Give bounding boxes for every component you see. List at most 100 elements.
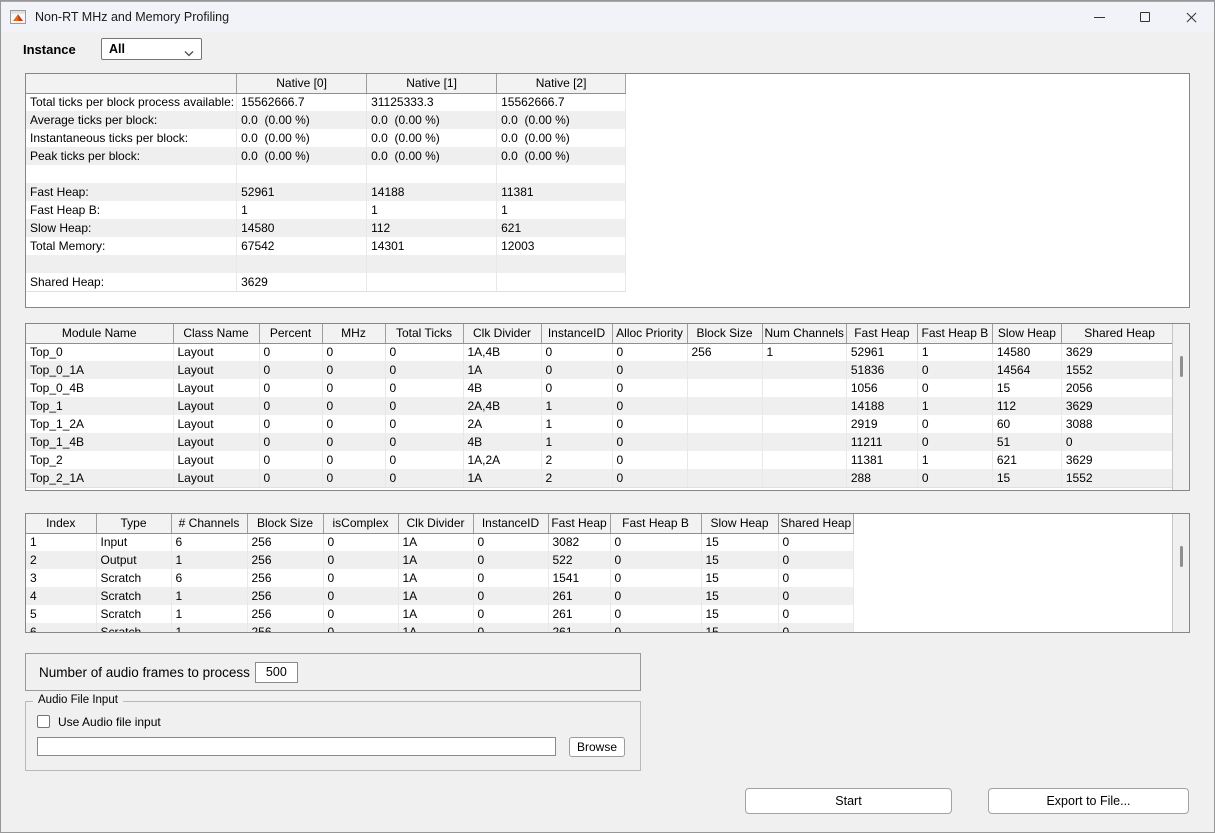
minimize-button[interactable]: [1076, 2, 1122, 33]
table-cell[interactable]: 256: [247, 587, 323, 605]
table-cell[interactable]: 0: [612, 469, 687, 487]
table-cell[interactable]: 3: [26, 569, 96, 587]
table-cell[interactable]: 15: [701, 569, 778, 587]
table-cell[interactable]: [687, 361, 762, 379]
table-cell[interactable]: 0: [610, 569, 701, 587]
table-cell[interactable]: Top_1_2A: [26, 415, 173, 433]
table-cell[interactable]: 1A: [398, 587, 473, 605]
table-cell[interactable]: 3629: [1061, 451, 1177, 469]
table-cell[interactable]: [687, 433, 762, 451]
table-row[interactable]: Average ticks per block:0.0 (0.00 %)0.0 …: [26, 111, 626, 129]
table-row[interactable]: 5Scratch125601A02610150: [26, 605, 854, 623]
table-cell[interactable]: Total Memory:: [26, 237, 237, 255]
table-cell[interactable]: 0: [610, 551, 701, 569]
table-row[interactable]: Top_0_4BLayout0004B0010560152056: [26, 379, 1177, 397]
table-row[interactable]: 4Scratch125601A02610150: [26, 587, 854, 605]
table-cell[interactable]: 256: [247, 569, 323, 587]
table-cell[interactable]: [687, 379, 762, 397]
table-cell[interactable]: 31125333.3: [367, 93, 497, 111]
table-cell[interactable]: 15: [701, 623, 778, 633]
table-row[interactable]: Top_0_1ALayout0001A00518360145641552: [26, 361, 1177, 379]
table-cell[interactable]: 0: [322, 433, 385, 451]
table-cell[interactable]: Layout: [173, 343, 259, 361]
table-cell[interactable]: 0: [473, 605, 548, 623]
table-cell[interactable]: 621: [497, 219, 626, 237]
frames-input[interactable]: [255, 662, 298, 683]
table-cell[interactable]: 0: [322, 361, 385, 379]
table-cell[interactable]: 0: [778, 605, 854, 623]
table-cell[interactable]: 0: [778, 533, 854, 551]
table-cell[interactable]: 0: [385, 451, 463, 469]
table-cell[interactable]: Top_2_1A: [26, 469, 173, 487]
table-cell[interactable]: 1A: [463, 361, 541, 379]
table-cell[interactable]: Top_0: [26, 343, 173, 361]
start-button[interactable]: Start: [745, 788, 952, 814]
table-cell[interactable]: 522: [548, 551, 610, 569]
table-cell[interactable]: [687, 415, 762, 433]
close-button[interactable]: [1168, 2, 1214, 33]
table-cell[interactable]: [497, 273, 626, 291]
table-cell[interactable]: 0: [917, 361, 992, 379]
table-cell[interactable]: 0: [259, 415, 322, 433]
table-cell[interactable]: 6: [171, 533, 247, 551]
table-cell[interactable]: Shared Heap:: [26, 273, 237, 291]
table-cell[interactable]: 0: [473, 551, 548, 569]
table-cell[interactable]: 0: [259, 469, 322, 487]
table-cell[interactable]: 0: [473, 569, 548, 587]
table-cell[interactable]: 0: [917, 379, 992, 397]
table-cell[interactable]: 0: [385, 343, 463, 361]
table-row[interactable]: [26, 165, 626, 183]
table-cell[interactable]: 4: [26, 587, 96, 605]
table-cell[interactable]: 256: [247, 533, 323, 551]
table-cell[interactable]: 0.0 (0.00 %): [367, 129, 497, 147]
table-cell[interactable]: 1552: [1061, 469, 1177, 487]
scrollbar-thumb[interactable]: [1180, 546, 1183, 567]
table-cell[interactable]: 0: [541, 379, 612, 397]
table-cell[interactable]: 0: [323, 587, 398, 605]
table-cell[interactable]: 15562666.7: [497, 93, 626, 111]
table-cell[interactable]: 256: [247, 623, 323, 633]
table-cell[interactable]: 1: [541, 397, 612, 415]
table-cell[interactable]: 0: [612, 379, 687, 397]
table-cell[interactable]: [367, 165, 497, 183]
table-cell[interactable]: [687, 469, 762, 487]
table-cell[interactable]: 0: [385, 433, 463, 451]
table-row[interactable]: Fast Heap B:111: [26, 201, 626, 219]
table-cell[interactable]: [237, 255, 367, 273]
table-cell[interactable]: 15: [701, 587, 778, 605]
audio-file-path-input[interactable]: [37, 737, 556, 756]
table-cell[interactable]: 0.0 (0.00 %): [237, 111, 367, 129]
table-cell[interactable]: 621: [992, 451, 1061, 469]
table-cell[interactable]: 0: [473, 587, 548, 605]
table-cell[interactable]: 0: [612, 343, 687, 361]
table-cell[interactable]: 112: [992, 397, 1061, 415]
table-cell[interactable]: 2: [26, 551, 96, 569]
table-cell[interactable]: 51: [992, 433, 1061, 451]
table-cell[interactable]: [497, 255, 626, 273]
table-cell[interactable]: 1: [171, 587, 247, 605]
table-cell[interactable]: 15: [992, 469, 1061, 487]
table-cell[interactable]: 0: [917, 415, 992, 433]
table-cell[interactable]: Instantaneous ticks per block:: [26, 129, 237, 147]
table-cell[interactable]: 0: [610, 605, 701, 623]
table-cell[interactable]: 0: [259, 433, 322, 451]
table-cell[interactable]: 67542: [237, 237, 367, 255]
table-cell[interactable]: 256: [687, 343, 762, 361]
table-cell[interactable]: 14188: [846, 397, 917, 415]
table-cell[interactable]: 1A,4B: [463, 343, 541, 361]
table-row[interactable]: 1Input625601A030820150: [26, 533, 854, 551]
table-cell[interactable]: 0: [778, 551, 854, 569]
table-cell[interactable]: 14580: [992, 343, 1061, 361]
table-cell[interactable]: [687, 397, 762, 415]
table-row[interactable]: Top_1Layout0002A,4B101418811123629: [26, 397, 1177, 415]
table-cell[interactable]: 15: [992, 379, 1061, 397]
table-cell[interactable]: 0: [259, 379, 322, 397]
table-cell[interactable]: 0: [612, 451, 687, 469]
table-cell[interactable]: 5: [26, 605, 96, 623]
table-cell[interactable]: Scratch: [96, 623, 171, 633]
table-cell[interactable]: 0: [917, 469, 992, 487]
table-cell[interactable]: [762, 415, 846, 433]
table-cell[interactable]: Layout: [173, 433, 259, 451]
table-cell[interactable]: 60: [992, 415, 1061, 433]
table-cell[interactable]: 0: [778, 587, 854, 605]
